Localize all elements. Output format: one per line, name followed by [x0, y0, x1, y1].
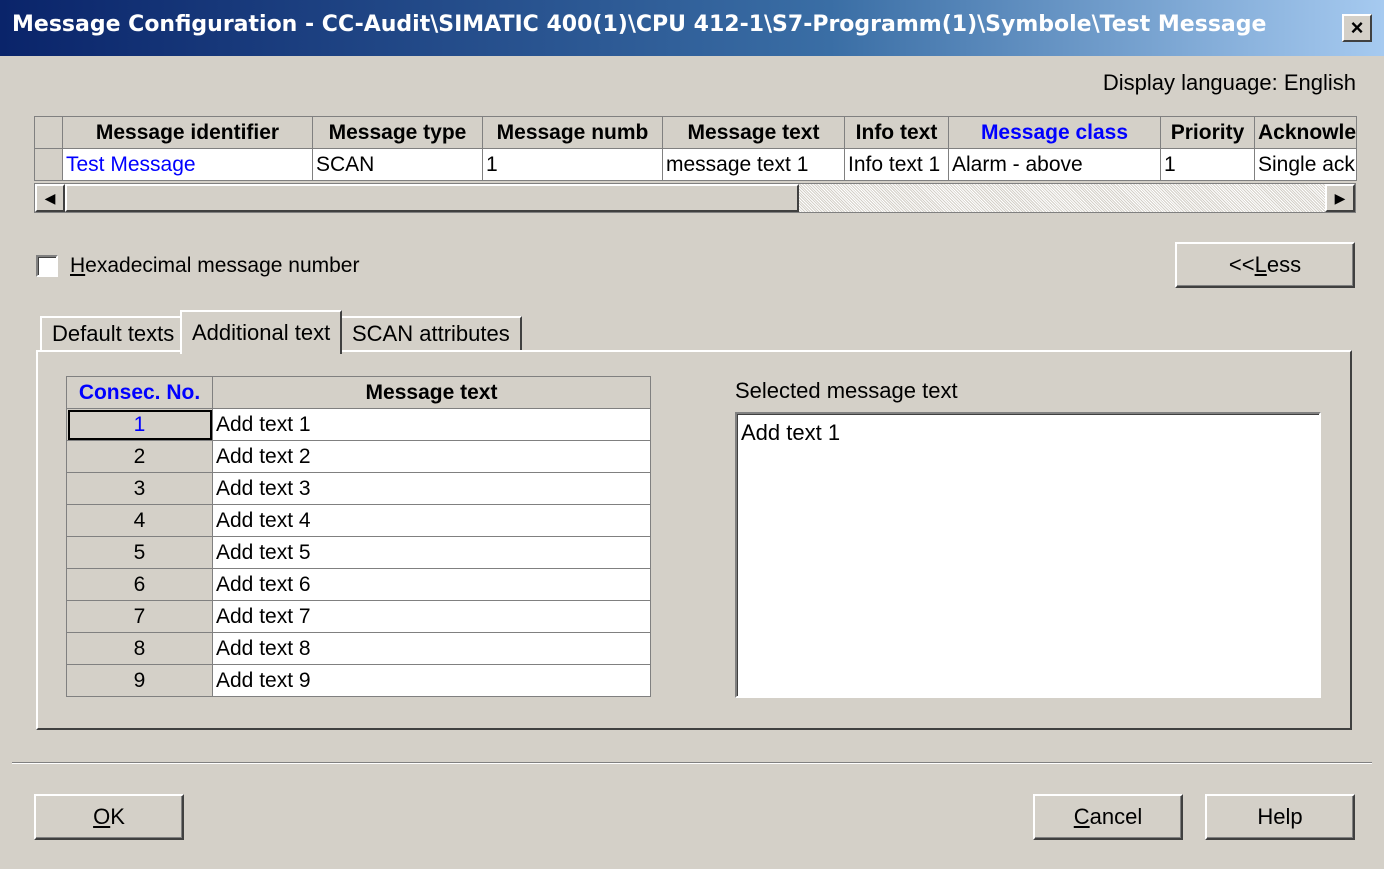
grid-corner [34, 116, 63, 149]
row-number[interactable]: 4 [66, 504, 213, 537]
row-number[interactable]: 6 [66, 568, 213, 601]
hexadecimal-checkbox[interactable]: Hexadecimal message number [36, 254, 359, 278]
scroll-left-button[interactable]: ◀ [35, 184, 65, 212]
col-message-text[interactable]: Message text [662, 116, 845, 149]
checkbox-box[interactable] [36, 255, 58, 277]
scroll-thumb[interactable] [65, 184, 799, 212]
row-number[interactable]: 3 [66, 472, 213, 505]
row-text[interactable]: Add text 1 [212, 408, 651, 441]
col-message-identifier[interactable]: Message identifier [62, 116, 313, 149]
cell-acknowledge[interactable]: Single ackno [1254, 148, 1357, 181]
row-text[interactable]: Add text 3 [212, 472, 651, 505]
horizontal-scrollbar[interactable]: ◀ ▶ [34, 183, 1356, 213]
col-acknowledge[interactable]: Acknowled [1254, 116, 1357, 149]
row-number[interactable]: 5 [66, 536, 213, 569]
ok-button[interactable]: OK [34, 794, 184, 840]
col-message-type[interactable]: Message type [312, 116, 483, 149]
row-text[interactable]: Add text 8 [212, 632, 651, 665]
close-button[interactable]: × [1342, 14, 1372, 42]
table-row[interactable]: 2 Add text 2 [66, 440, 651, 473]
col-info-text[interactable]: Info text [844, 116, 949, 149]
display-language: Display language: English [1102, 70, 1356, 95]
col-consec-no[interactable]: Consec. No. [66, 376, 213, 409]
scroll-right-button[interactable]: ▶ [1325, 184, 1355, 212]
arrow-left-icon: ◀ [44, 189, 56, 206]
tab-scan-attributes[interactable]: SCAN attributes [340, 316, 522, 352]
tab-default-texts[interactable]: Default texts [40, 316, 187, 352]
row-number[interactable]: 2 [66, 440, 213, 473]
table-row[interactable]: 4 Add text 4 [66, 504, 651, 537]
row-header[interactable] [34, 148, 63, 181]
table-row[interactable]: Test Message SCAN 1 message text 1 Info … [34, 148, 1357, 181]
cell-message-number[interactable]: 1 [482, 148, 663, 181]
table-row[interactable]: 1 Add text 1 [66, 408, 651, 441]
close-icon: × [1350, 15, 1364, 40]
row-text[interactable]: Add text 2 [212, 440, 651, 473]
window-title: Message Configuration - CC-Audit\SIMATIC… [12, 12, 1267, 37]
col-message-number[interactable]: Message numb [482, 116, 663, 149]
cell-info-text[interactable]: Info text 1 [844, 148, 949, 181]
table-row[interactable]: 7 Add text 7 [66, 600, 651, 633]
row-text[interactable]: Add text 7 [212, 600, 651, 633]
col-priority[interactable]: Priority [1160, 116, 1255, 149]
table-row[interactable]: 5 Add text 5 [66, 536, 651, 569]
row-text[interactable]: Add text 6 [212, 568, 651, 601]
hexadecimal-label: Hexadecimal message number [70, 254, 360, 277]
arrow-right-icon: ▶ [1334, 189, 1346, 206]
selected-message-textarea[interactable]: Add text 1 [735, 412, 1321, 698]
cell-message-class[interactable]: Alarm - above [948, 148, 1161, 181]
title-bar: Message Configuration - CC-Audit\SIMATIC… [0, 0, 1384, 56]
cell-message-text[interactable]: message text 1 [662, 148, 845, 181]
row-number[interactable]: 9 [66, 664, 213, 697]
table-row[interactable]: 9 Add text 9 [66, 664, 651, 697]
cell-message-type[interactable]: SCAN [312, 148, 483, 181]
row-number[interactable]: 7 [66, 600, 213, 633]
table-row[interactable]: 3 Add text 3 [66, 472, 651, 505]
less-button[interactable]: << Less [1175, 242, 1355, 288]
divider [12, 762, 1372, 764]
table-row[interactable]: 8 Add text 8 [66, 632, 651, 665]
help-button[interactable]: Help [1205, 794, 1355, 840]
col-additional-message-text[interactable]: Message text [212, 376, 651, 409]
row-number[interactable]: 8 [66, 632, 213, 665]
row-number[interactable]: 1 [66, 408, 213, 441]
cell-message-identifier[interactable]: Test Message [62, 148, 313, 181]
selected-message-label: Selected message text [735, 378, 958, 403]
additional-text-grid: Consec. No. Message text 1 Add text 1 2 Ad… [66, 376, 651, 697]
row-text[interactable]: Add text 9 [212, 664, 651, 697]
cancel-button[interactable]: Cancel [1033, 794, 1183, 840]
cell-priority[interactable]: 1 [1160, 148, 1255, 181]
tab-additional-text[interactable]: Additional text [180, 310, 343, 354]
row-text[interactable]: Add text 4 [212, 504, 651, 537]
message-grid: Message identifier Message type Message … [34, 116, 1357, 181]
table-row[interactable]: 6 Add text 6 [66, 568, 651, 601]
row-text[interactable]: Add text 5 [212, 536, 651, 569]
col-message-class[interactable]: Message class [948, 116, 1161, 149]
